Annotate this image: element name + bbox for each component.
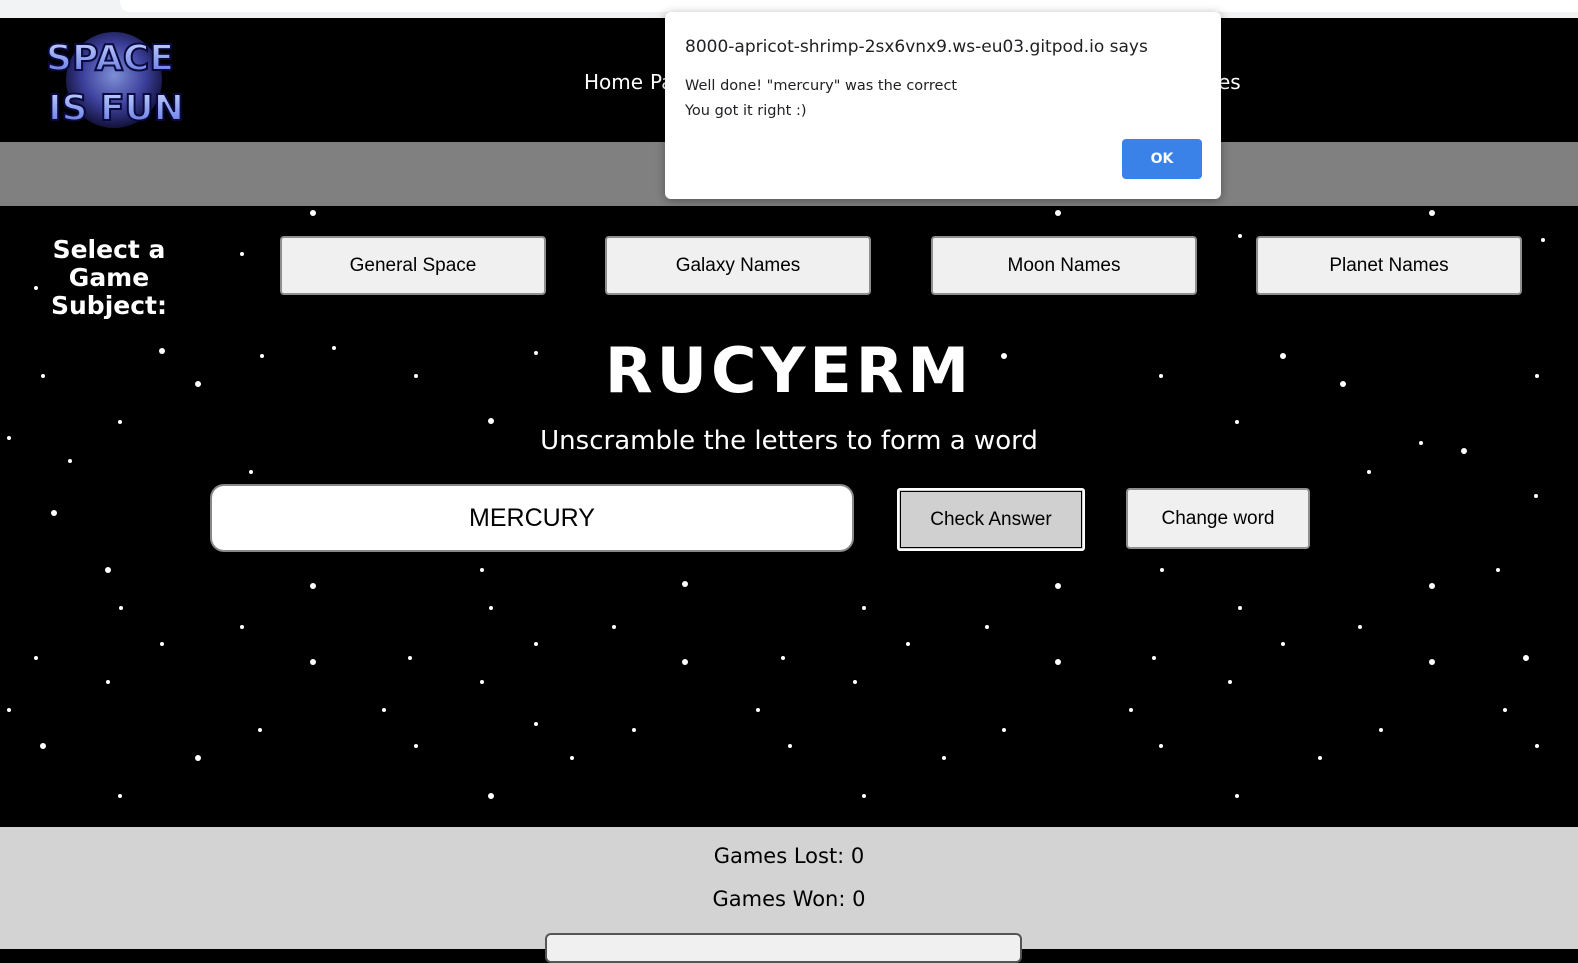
instruction-text: Unscramble the letters to form a word: [540, 426, 1038, 456]
scrambled-word: RUCYERM: [604, 334, 974, 407]
dialog-origin: 8000-apricot-shrimp-2sx6vnx9.ws-eu03.git…: [685, 37, 1148, 57]
dialog-message: Well done! "mercury" was the correct You…: [685, 74, 957, 124]
change-word-button[interactable]: Change word: [1126, 488, 1310, 549]
dialog-message-line1: Well done! "mercury" was the correct: [685, 78, 958, 94]
subject-button-galaxy-names[interactable]: Galaxy Names: [605, 236, 871, 295]
dialog-message-line2: You got it right :): [685, 103, 807, 119]
nav-link-home[interactable]: Home: [584, 70, 643, 94]
check-answer-button[interactable]: Check Answer: [897, 488, 1085, 551]
subject-button-moon-names[interactable]: Moon Names: [931, 236, 1197, 295]
dialog-ok-button[interactable]: OK: [1122, 139, 1202, 179]
reset-button[interactable]: [545, 933, 1022, 963]
games-won-count: Games Won: 0: [712, 887, 866, 911]
score-area: Games Lost: 0 Games Won: 0: [0, 827, 1578, 963]
logo-line2: IS FUN: [48, 88, 184, 129]
space-is-fun-logo[interactable]: SPACE IS FUN: [22, 28, 200, 132]
answer-input[interactable]: [210, 484, 854, 552]
nav-link-partial-right[interactable]: es: [1218, 70, 1241, 94]
logo-line1: SPACE: [46, 38, 174, 79]
games-lost-count: Games Lost: 0: [713, 844, 865, 868]
alert-dialog: 8000-apricot-shrimp-2sx6vnx9.ws-eu03.git…: [665, 12, 1221, 199]
address-bar[interactable]: [120, 0, 1578, 12]
subject-button-planet-names[interactable]: Planet Names: [1256, 236, 1522, 295]
subject-button-general-space[interactable]: General Space: [280, 236, 546, 295]
subject-select-label: Select a Game Subject:: [51, 235, 167, 320]
game-area: Select a Game Subject: General Space Gal…: [0, 206, 1578, 827]
